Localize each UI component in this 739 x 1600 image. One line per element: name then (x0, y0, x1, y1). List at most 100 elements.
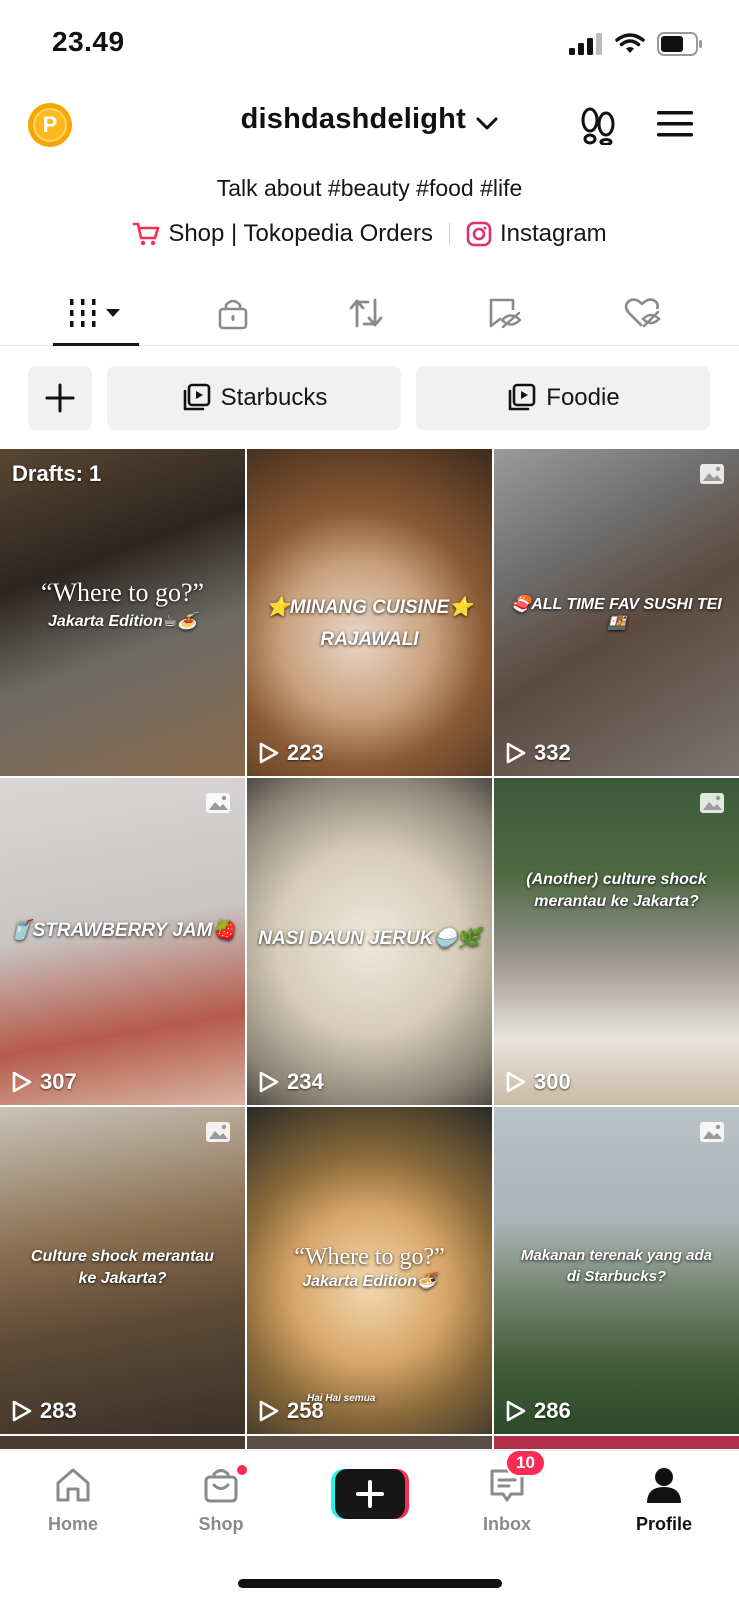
bookmark-hidden-icon (489, 298, 522, 329)
heart-hidden-icon (624, 298, 661, 328)
video-caption: Makanan terenak yang ada (521, 1247, 712, 1264)
play-icon (506, 742, 526, 764)
nav-shop[interactable]: Shop (161, 1463, 281, 1535)
grid-icon (70, 299, 120, 327)
playlist-starbucks-button[interactable]: Starbucks (107, 366, 401, 430)
home-icon (56, 1468, 90, 1502)
play-icon (12, 1400, 32, 1422)
tab-liked[interactable] (593, 280, 693, 346)
playlist-icon (508, 383, 536, 411)
video-tile[interactable]: 🥤STRAWBERRY JAM🍓 307 (0, 778, 245, 1105)
add-playlist-button[interactable] (28, 366, 92, 430)
video-tile[interactable] (247, 1436, 492, 1449)
play-icon (259, 742, 279, 764)
profile-tabs (0, 280, 739, 346)
instagram-link[interactable]: Instagram (466, 220, 607, 248)
view-count: 307 (12, 1069, 77, 1095)
home-indicator (238, 1579, 502, 1588)
cellular-signal-icon (569, 33, 602, 55)
video-caption-sub: Jakarta Edition☕🍝 (48, 613, 197, 630)
link-divider (448, 223, 450, 245)
create-plus-icon (331, 1469, 409, 1519)
nav-profile-label: Profile (635, 1514, 692, 1534)
video-caption: ⭐MINANG CUISINE⭐ (266, 597, 473, 618)
drafts-label: Drafts: 1 (12, 461, 102, 486)
active-tab-indicator (53, 343, 139, 346)
view-count: 223 (259, 740, 324, 766)
profile-bio: Talk about #beauty #food #life (216, 175, 523, 201)
view-count-value: 223 (287, 740, 324, 765)
video-tile[interactable]: Culture shock merantau ke Jakarta? 283 (0, 1107, 245, 1434)
video-tile[interactable]: “Where to go?” Jakarta Edition🍜 Hai Hai … (247, 1107, 492, 1434)
video-caption-sub: di Starbucks? (566, 1268, 667, 1285)
battery-icon (657, 32, 702, 56)
video-tile[interactable]: (Another) culture shock merantau ke Jaka… (494, 778, 739, 1105)
account-switcher[interactable]: dishdashdelight (0, 103, 739, 136)
photo-icon (206, 1122, 230, 1142)
video-tile[interactable]: 🍣ALL TIME FAV SUSHI TEI🍱 332 (494, 449, 739, 776)
nav-inbox[interactable]: 10 Inbox (447, 1449, 567, 1535)
video-caption: 🍣ALL TIME FAV SUSHI TEI🍱 (511, 596, 722, 633)
shop-orders-link[interactable]: Shop | Tokopedia Orders (132, 220, 433, 248)
video-grid: Drafts: 1 “Where to go?” Jakarta Edition… (0, 449, 739, 1449)
play-icon (506, 1071, 526, 1093)
status-bar: 23.49 (0, 0, 739, 90)
username: dishdashdelight (240, 103, 466, 135)
play-icon (259, 1071, 279, 1093)
photo-icon (700, 793, 724, 813)
view-count: 300 (506, 1069, 571, 1095)
shop-orders-label: Shop | Tokopedia Orders (168, 220, 433, 247)
bottom-nav: Home Shop 10 Inbox Profile (0, 1449, 739, 1600)
nav-home[interactable]: Home (13, 1465, 133, 1535)
profile-icon (647, 1468, 681, 1503)
playlist-foodie-label: Foodie (546, 384, 620, 411)
view-count-value: 234 (287, 1069, 324, 1094)
cart-icon (133, 222, 160, 246)
video-caption: NASI DAUN JERUK🍚🌿 (258, 928, 481, 949)
video-caption: “Where to go?” (294, 1244, 445, 1270)
instagram-label: Instagram (499, 220, 607, 247)
playlist-starbucks-label: Starbucks (220, 384, 328, 411)
view-count: 234 (259, 1069, 324, 1095)
menu-icon[interactable] (657, 109, 693, 139)
nav-shop-label: Shop (198, 1514, 244, 1534)
view-count-value: 300 (534, 1069, 571, 1094)
plus-icon (45, 383, 75, 413)
video-tile[interactable] (494, 1436, 739, 1449)
view-count: 286 (506, 1398, 571, 1424)
video-caption-sub: ke Jakarta? (78, 1270, 167, 1287)
tab-favorites[interactable] (455, 280, 555, 346)
footprints-icon[interactable] (580, 107, 616, 145)
status-time: 23.49 (52, 26, 125, 57)
nav-inbox-label: Inbox (483, 1514, 531, 1534)
tab-private[interactable] (183, 280, 283, 346)
wifi-icon (615, 33, 645, 53)
nav-profile[interactable]: Profile (604, 1465, 724, 1535)
view-count: 332 (506, 740, 571, 766)
view-count: 283 (12, 1398, 77, 1424)
video-caption: “Where to go?” (40, 578, 205, 607)
video-caption: (Another) culture shock (526, 871, 707, 888)
repost-icon (349, 298, 383, 328)
lock-icon (218, 299, 248, 330)
video-tile[interactable]: Drafts: 1 “Where to go?” Jakarta Edition… (0, 449, 245, 776)
playlist-row: Starbucks Foodie (0, 366, 739, 430)
video-caption-sub: Jakarta Edition🍜 (302, 1273, 437, 1290)
video-caption-sub: RAJAWALI (320, 629, 419, 650)
status-icons (569, 32, 703, 56)
video-tile[interactable]: Makanan terenak yang ada di Starbucks? 2… (494, 1107, 739, 1434)
create-button[interactable] (331, 1469, 409, 1519)
playlist-foodie-button[interactable]: Foodie (416, 366, 710, 430)
video-tile[interactable] (0, 1436, 245, 1449)
tab-videos[interactable] (46, 280, 146, 346)
video-tile[interactable]: NASI DAUN JERUK🍚🌿 234 (247, 778, 492, 1105)
instagram-icon (466, 221, 492, 247)
video-tile[interactable]: ⭐MINANG CUISINE⭐ RAJAWALI 223 (247, 449, 492, 776)
view-count-value: 283 (40, 1398, 77, 1423)
tab-reposts[interactable] (316, 280, 416, 346)
play-icon (506, 1400, 526, 1422)
video-caption: Culture shock merantau (30, 1248, 215, 1265)
chevron-down-icon (476, 117, 498, 130)
video-caption: 🥤STRAWBERRY JAM🍓 (8, 920, 237, 941)
profile-header: P dishdashdelight (0, 95, 739, 155)
